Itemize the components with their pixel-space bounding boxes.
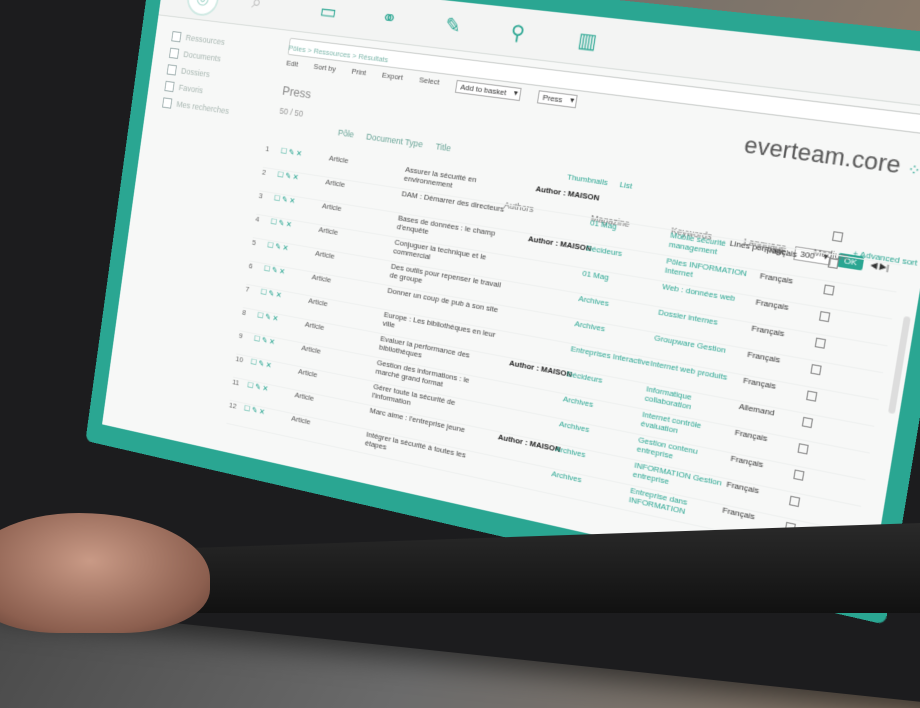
brand-text: everteam.core — [742, 131, 904, 179]
row-checkbox[interactable] — [810, 364, 822, 376]
sidebar-checkbox[interactable] — [162, 96, 173, 109]
filter-title[interactable]: Title — [435, 141, 452, 153]
row-checkbox[interactable] — [801, 416, 814, 429]
row-number: 1 — [264, 144, 270, 154]
row-number: 10 — [235, 354, 244, 365]
sidebar-item-label: Documents — [182, 49, 222, 64]
share-icon[interactable]: ⚭ — [380, 6, 399, 32]
sidebar-checkbox[interactable] — [169, 47, 180, 59]
row-type: Article — [318, 225, 339, 237]
row-number: 7 — [244, 284, 250, 294]
press-select[interactable]: Press — [536, 90, 579, 109]
sidebar-item-label: Ressources — [185, 32, 226, 47]
row-number: 5 — [251, 238, 257, 248]
app-logo-icon[interactable]: ◎ — [184, 0, 221, 18]
thumbnails-button[interactable]: Thumbnails — [567, 172, 609, 187]
row-checkbox[interactable] — [806, 390, 818, 402]
row-author: Author : MAISON — [535, 184, 601, 203]
row-checkbox[interactable] — [831, 231, 844, 243]
sidebar-checkbox[interactable] — [171, 30, 182, 42]
tray-icon[interactable]: ▭ — [318, 0, 339, 25]
filter-doctype[interactable]: Document Type — [366, 132, 424, 150]
row-checkbox[interactable] — [793, 469, 805, 481]
row-checkbox[interactable] — [823, 284, 835, 296]
row-keyword[interactable] — [675, 205, 769, 219]
row-number: 9 — [238, 331, 244, 341]
brand-dots-icon: ⁘ — [906, 160, 920, 180]
row-type: Article — [321, 201, 343, 214]
row-number: 6 — [248, 261, 254, 271]
sidebar: Ressources Documents Dossiers Favoris Me… — [162, 27, 273, 124]
row-number: 4 — [254, 214, 260, 224]
row-number: 12 — [228, 400, 238, 411]
sidebar-item-label: Mes recherches — [175, 99, 230, 116]
row-type: Article — [328, 153, 350, 166]
network-icon[interactable]: ⚲ — [509, 20, 527, 47]
menu-item-print[interactable]: Print — [350, 67, 367, 81]
row-type: Article — [324, 177, 346, 190]
filter-pole[interactable]: Pôle — [337, 128, 354, 140]
menu-item-edit[interactable]: Edit — [285, 59, 299, 73]
menu-item-export[interactable]: Export — [381, 71, 403, 86]
row-checkbox[interactable] — [788, 495, 801, 508]
sidebar-checkbox[interactable] — [166, 63, 177, 76]
row-checkbox[interactable] — [818, 311, 831, 323]
page-title: Press — [281, 83, 313, 102]
menu-item-select[interactable]: Select — [418, 75, 441, 90]
row-action-icons[interactable]: ☐✎✕ — [280, 147, 304, 159]
brand-logo: everteam.core ⁘ — [742, 131, 920, 182]
row-number: 3 — [258, 191, 264, 201]
row-checkbox[interactable] — [827, 257, 840, 269]
sidebar-item-label: Dossiers — [180, 66, 211, 80]
row-number: 8 — [241, 307, 247, 318]
row-number: 11 — [231, 377, 240, 388]
menu-item-sort[interactable]: Sort by — [313, 62, 336, 77]
row-number: 2 — [261, 167, 267, 177]
filter-bar: Pôle Document Type Title — [337, 128, 451, 154]
row-checkbox[interactable] — [814, 337, 827, 349]
list-button[interactable]: List — [619, 180, 633, 191]
view-toggle: Thumbnails List — [567, 172, 633, 191]
basket-select[interactable]: Add to basket — [454, 79, 522, 102]
sidebar-checkbox[interactable] — [164, 80, 175, 92]
search-icon[interactable]: ⌕ — [250, 0, 263, 14]
row-type: Article — [314, 248, 336, 261]
result-count: 50 / 50 — [278, 105, 304, 119]
row-checkbox[interactable] — [797, 443, 809, 455]
scrollbar[interactable] — [887, 315, 911, 415]
chart-icon[interactable]: ▥ — [576, 27, 598, 55]
sidebar-item-label: Favoris — [178, 82, 204, 96]
photo-scene: ◎ ⌕ ▭ ⚭ ✎ ⚲ ▥ Ressources Documents Dossi… — [0, 0, 920, 708]
tools-icon[interactable]: ✎ — [443, 13, 463, 39]
